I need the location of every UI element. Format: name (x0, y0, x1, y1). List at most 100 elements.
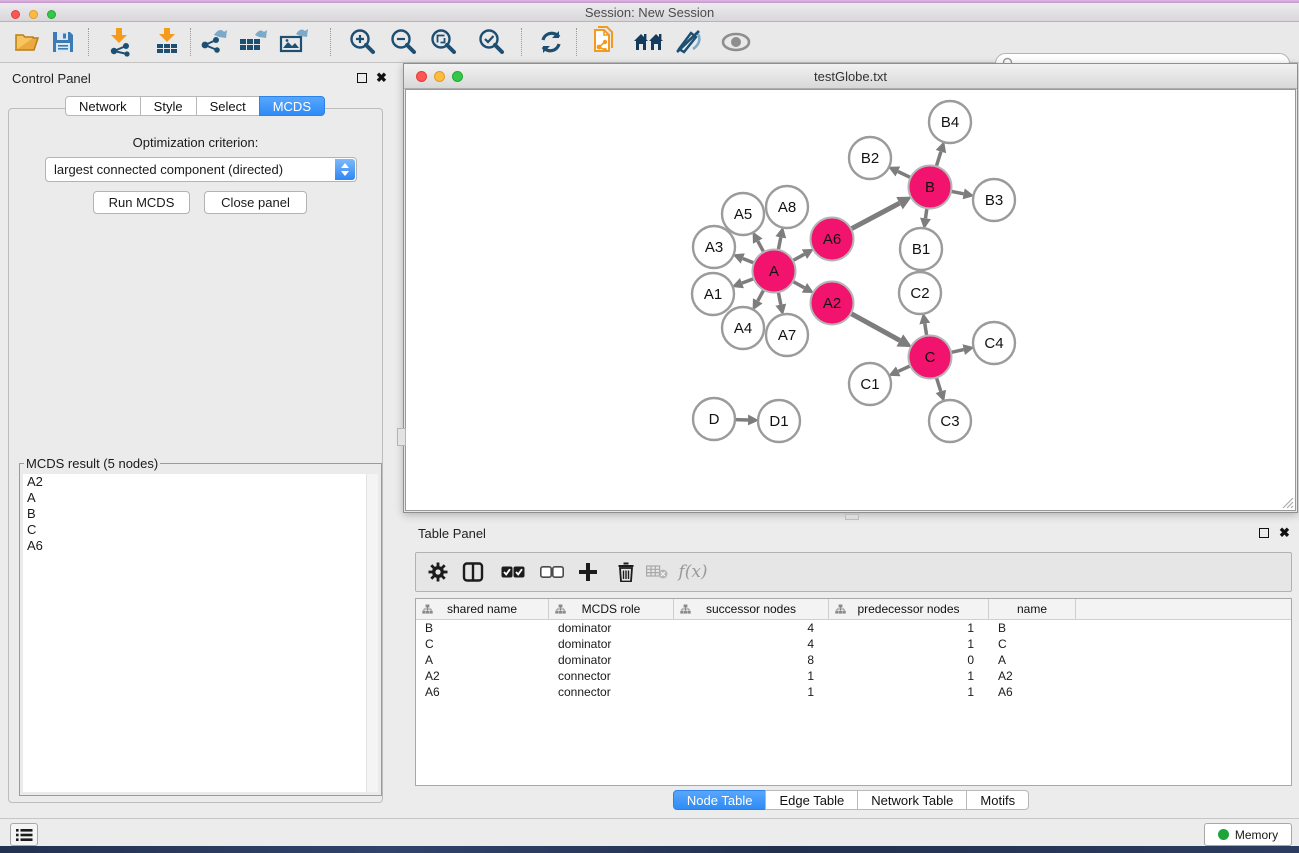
tab-style[interactable]: Style (140, 96, 197, 116)
table-cell[interactable]: A (989, 653, 1076, 667)
tab-network-table[interactable]: Network Table (857, 790, 967, 810)
graph-edge-B-B4[interactable] (936, 152, 941, 167)
graph-node-A7[interactable]: A7 (766, 314, 808, 356)
zoom-network-window-button[interactable] (452, 71, 463, 82)
table-cell[interactable]: 4 (674, 621, 829, 635)
table-cell[interactable]: A6 (989, 685, 1076, 699)
tab-node-table[interactable]: Node Table (673, 790, 767, 810)
function-builder-icon[interactable]: f(x) (678, 562, 707, 582)
graph-edge-C-C3[interactable] (936, 378, 940, 392)
column-header-predecessor-nodes[interactable]: predecessor nodes (829, 599, 989, 619)
table-cell[interactable]: C (416, 637, 549, 651)
table-cell[interactable]: B (416, 621, 549, 635)
tab-select[interactable]: Select (196, 96, 260, 116)
mcds-result-item[interactable]: C (23, 522, 378, 538)
table-cell[interactable]: dominator (549, 637, 674, 651)
panel-divider-handle[interactable] (397, 428, 406, 446)
table-cell[interactable]: connector (549, 685, 674, 699)
select-all-columns-icon[interactable] (501, 566, 525, 578)
zoom-selected-icon[interactable] (474, 25, 508, 59)
close-table-panel-icon[interactable]: ✖ (1279, 527, 1290, 538)
float-table-panel-icon[interactable] (1259, 528, 1269, 541)
graph-edge-C-C4[interactable] (951, 350, 964, 353)
graph-edge-A-A3[interactable] (743, 259, 754, 264)
graph-node-A4[interactable]: A4 (722, 307, 764, 349)
table-row[interactable]: A6connector11A6 (416, 684, 1291, 700)
unselect-all-columns-icon[interactable] (540, 566, 564, 578)
graph-node-D[interactable]: D (693, 398, 735, 440)
column-header-shared-name[interactable]: shared name (416, 599, 549, 619)
zoom-in-icon[interactable] (345, 25, 379, 59)
mcds-result-item[interactable]: A6 (23, 538, 378, 554)
delete-column-trash-icon[interactable] (618, 562, 635, 582)
delete-table-icon[interactable] (646, 565, 668, 579)
graph-node-C4[interactable]: C4 (973, 322, 1015, 364)
split-view-icon[interactable] (463, 562, 484, 582)
graph-node-B3[interactable]: B3 (973, 179, 1015, 221)
graph-edge-A-A7[interactable] (778, 292, 781, 305)
table-cell[interactable]: C (989, 637, 1076, 651)
tab-network[interactable]: Network (65, 96, 141, 116)
table-cell[interactable]: A2 (416, 669, 549, 683)
zoom-fit-icon[interactable] (426, 25, 460, 59)
graph-node-A1[interactable]: A1 (692, 273, 734, 315)
result-list-scrollbar[interactable] (366, 474, 378, 792)
run-mcds-button[interactable]: Run MCDS (93, 191, 190, 214)
graph-edge-A-A5[interactable] (758, 241, 764, 252)
table-row[interactable]: Cdominator41C (416, 636, 1291, 652)
graph-node-D1[interactable]: D1 (758, 400, 800, 442)
window-resize-grip[interactable] (1281, 496, 1294, 509)
mcds-result-item[interactable]: A (23, 490, 378, 506)
graph-edge-A6-B[interactable] (851, 203, 900, 229)
column-header-name[interactable]: name (989, 599, 1076, 619)
houses-icon[interactable] (632, 25, 666, 59)
criterion-dropdown[interactable]: largest connected component (directed) (45, 157, 357, 182)
graph-edge-A-A8[interactable] (778, 237, 781, 250)
new-network-from-selection-icon[interactable] (585, 25, 619, 59)
graph-node-A8[interactable]: A8 (766, 186, 808, 228)
table-cell[interactable]: 0 (829, 653, 989, 667)
close-panel-button[interactable]: Close panel (204, 191, 307, 214)
graph-node-B1[interactable]: B1 (900, 228, 942, 270)
memory-button[interactable]: Memory (1204, 823, 1292, 846)
mcds-result-item[interactable]: A2 (23, 474, 378, 490)
import-network-icon[interactable] (103, 25, 137, 59)
graph-edge-A-A1[interactable] (742, 279, 754, 284)
zoom-out-icon[interactable] (386, 25, 420, 59)
close-window-button[interactable] (11, 10, 20, 19)
tab-motifs[interactable]: Motifs (966, 790, 1029, 810)
table-cell[interactable]: A2 (989, 669, 1076, 683)
graph-node-A5[interactable]: A5 (722, 193, 764, 235)
graph-edge-B-B3[interactable] (951, 191, 964, 194)
minimize-window-button[interactable] (29, 10, 38, 19)
close-panel-icon[interactable]: ✖ (376, 72, 387, 83)
table-cell[interactable]: A (416, 653, 549, 667)
column-header-MCDS-role[interactable]: MCDS role (549, 599, 674, 619)
table-cell[interactable]: 4 (674, 637, 829, 651)
table-row[interactable]: Adominator80A (416, 652, 1291, 668)
graph-edge-B-B1[interactable] (926, 208, 927, 218)
table-cell[interactable]: 1 (829, 685, 989, 699)
export-table-icon[interactable] (235, 25, 269, 59)
table-cell[interactable]: B (989, 621, 1076, 635)
table-cell[interactable]: A6 (416, 685, 549, 699)
graph-node-C2[interactable]: C2 (899, 272, 941, 314)
table-cell[interactable]: connector (549, 669, 674, 683)
minimize-network-window-button[interactable] (434, 71, 445, 82)
table-cell[interactable]: 1 (829, 669, 989, 683)
table-row[interactable]: A2connector11A2 (416, 668, 1291, 684)
table-cell[interactable]: 1 (829, 621, 989, 635)
import-table-icon[interactable] (150, 25, 184, 59)
table-cell[interactable]: 1 (674, 685, 829, 699)
tab-edge-table[interactable]: Edge Table (765, 790, 858, 810)
graph-node-C[interactable]: C (909, 336, 952, 379)
graph-node-B4[interactable]: B4 (929, 101, 971, 143)
table-cell[interactable]: 8 (674, 653, 829, 667)
graph-node-A3[interactable]: A3 (693, 226, 735, 268)
graph-node-A[interactable]: A (753, 250, 796, 293)
graph-node-B[interactable]: B (909, 166, 952, 209)
graph-edge-B-B2[interactable] (898, 172, 911, 178)
export-image-icon[interactable] (276, 25, 310, 59)
graph-node-B2[interactable]: B2 (849, 137, 891, 179)
hide-labels-icon[interactable] (671, 25, 705, 59)
